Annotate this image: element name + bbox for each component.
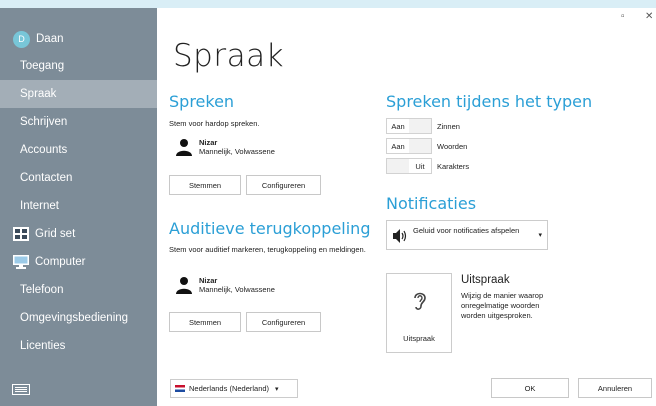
- voice-name: Nizar: [199, 276, 218, 285]
- pronunciation-description: Wijzig de manier waarop onregelmatige wo…: [461, 291, 544, 320]
- notification-dropdown[interactable]: Geluid voor notificaties afspelen ▾: [386, 220, 548, 250]
- sidebar-item-grid-set[interactable]: Grid set: [0, 220, 157, 248]
- language-select[interactable]: Nederlands (Nederland) ▾: [170, 379, 298, 398]
- speaking-heading: Spreken: [169, 92, 235, 111]
- sidebar-item-telefoon[interactable]: Telefoon: [0, 276, 157, 304]
- sidebar-item-label: Contacten: [20, 172, 73, 184]
- voice-description: Mannelijk, Volwassene: [199, 285, 275, 294]
- configure-button[interactable]: Configureren: [246, 312, 321, 332]
- person-icon: [176, 277, 192, 294]
- grid-icon: [13, 227, 29, 241]
- toggle-label: Zinnen: [437, 122, 460, 131]
- sidebar-item-accounts[interactable]: Accounts: [0, 136, 157, 164]
- minimize-button[interactable]: ▫: [621, 11, 625, 22]
- pronunciation-tile[interactable]: Uitspraak: [386, 273, 452, 353]
- ok-button[interactable]: OK: [491, 378, 569, 398]
- toggle-label: Woorden: [437, 142, 468, 151]
- page-title: Spraak: [173, 38, 285, 74]
- ear-icon: [414, 292, 426, 310]
- sidebar-item-label: Licenties: [20, 340, 66, 352]
- toggle-off-segment: [409, 119, 431, 133]
- sidebar-item-internet[interactable]: Internet: [0, 192, 157, 220]
- voice-description: Mannelijk, Volwassene: [199, 147, 275, 156]
- voice-name: Nizar: [199, 138, 218, 147]
- speaking-voice: Nizar Mannelijk, Volwassene: [175, 138, 275, 156]
- toggle-off-segment: [409, 139, 431, 153]
- flag-nl-icon: [175, 385, 185, 392]
- chevron-down-icon: ▾: [538, 232, 542, 239]
- sidebar-item-schrijven[interactable]: Schrijven: [0, 108, 157, 136]
- tile-label: Uitspraak: [403, 334, 435, 343]
- sidebar-item-label: Telefoon: [20, 284, 64, 296]
- sidebar-item-label: Internet: [20, 200, 59, 212]
- feedback-heading: Auditieve terugkoppeling: [169, 219, 371, 238]
- sidebar-item-label: Schrijven: [20, 116, 68, 128]
- sidebar-item-toegang[interactable]: Toegang: [0, 52, 157, 80]
- toggle-zinnen[interactable]: Aan: [386, 118, 432, 134]
- avatar: D: [13, 30, 30, 48]
- cancel-button[interactable]: Annuleren: [578, 378, 652, 398]
- close-button[interactable]: ✕: [645, 11, 653, 22]
- toggle-on-segment: Aan: [387, 139, 409, 153]
- voices-button[interactable]: Stemmen: [169, 175, 241, 195]
- chevron-down-icon: ▾: [275, 385, 279, 393]
- toggle-off-segment: Uit: [409, 159, 431, 173]
- sidebar-item-label: Omgevingsbediening: [20, 312, 129, 324]
- keyboard-icon[interactable]: [12, 384, 30, 395]
- configure-button[interactable]: Configureren: [246, 175, 321, 195]
- speaker-icon: [393, 229, 407, 243]
- toggle-woorden[interactable]: Aan: [386, 138, 432, 154]
- pronunciation-heading: Uitspraak: [461, 274, 510, 286]
- toggle-on-segment: Aan: [387, 119, 409, 133]
- sidebar: D Daan Toegang Spraak Schrijven Accounts…: [0, 8, 157, 406]
- sidebar-item-label: Accounts: [20, 144, 68, 156]
- typing-heading: Spreken tijdens het typen: [386, 92, 593, 111]
- sidebar-item-omgevingsbediening[interactable]: Omgevingsbediening: [0, 304, 157, 332]
- speaking-description: Stem voor hardop spreken.: [169, 119, 260, 128]
- toggle-label: Karakters: [437, 162, 470, 171]
- user-name: Daan: [36, 33, 64, 45]
- settings-window: D Daan Toegang Spraak Schrijven Accounts…: [0, 8, 656, 406]
- user-profile[interactable]: D Daan: [0, 25, 157, 53]
- computer-icon: [13, 255, 29, 269]
- dropdown-value: Geluid voor notificaties afspelen: [413, 226, 520, 235]
- sidebar-item-label: Spraak: [20, 88, 57, 100]
- person-icon: [176, 139, 192, 156]
- sidebar-item-label: Grid set: [35, 228, 76, 240]
- sidebar-item-label: Computer: [35, 256, 86, 268]
- language-value: Nederlands (Nederland): [189, 384, 270, 393]
- main-panel: ▫ ✕ Spraak Spreken Stem voor hardop spre…: [157, 8, 656, 406]
- feedback-voice: Nizar Mannelijk, Volwassene: [175, 276, 275, 294]
- notifications-heading: Notificaties: [386, 194, 477, 213]
- sidebar-item-contacten[interactable]: Contacten: [0, 164, 157, 192]
- toggle-on-segment: [387, 159, 409, 173]
- voices-button[interactable]: Stemmen: [169, 312, 241, 332]
- toggle-karakters[interactable]: Uit: [386, 158, 432, 174]
- sidebar-item-licenties[interactable]: Licenties: [0, 332, 157, 360]
- sidebar-item-computer[interactable]: Computer: [0, 248, 157, 276]
- feedback-description: Stem voor auditief markeren, terugkoppel…: [169, 245, 366, 254]
- sidebar-item-label: Toegang: [20, 60, 65, 72]
- sidebar-item-spraak[interactable]: Spraak: [0, 80, 157, 108]
